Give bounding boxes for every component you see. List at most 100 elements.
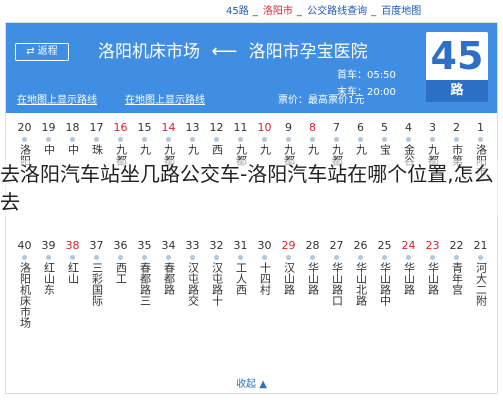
stop-name: 西工 <box>114 262 128 284</box>
stop-name: 十四村 <box>258 262 272 295</box>
stop-number: 19 <box>41 121 56 134</box>
breadcrumb-map[interactable]: 百度地图 <box>381 6 421 17</box>
stop-number: 29 <box>281 239 296 252</box>
stop-number: 22 <box>449 239 464 252</box>
stop-name: 西 <box>210 144 224 155</box>
stop-40[interactable]: 40 洛阳机床市场 <box>14 239 35 328</box>
stop-dot-icon <box>286 137 291 142</box>
stop-26[interactable]: 26 华山北路 <box>350 239 371 306</box>
first-bus: 首车：05:50 <box>337 70 396 81</box>
stops-row-bottom: 21 河大二附 22 青年宫 23 华山路 24 华山路 25 华山路中 26 华山北路 27 华山路口 2… <box>6 239 497 357</box>
breadcrumb-route[interactable]: 45路 <box>226 6 249 17</box>
stop-23[interactable]: 23 华山路 <box>422 239 443 295</box>
stop-number: 30 <box>257 239 272 252</box>
stop-name: 工人西 <box>234 262 248 295</box>
stop-6[interactable]: 6九 <box>350 121 371 155</box>
stop-33[interactable]: 33 汉屯路交 <box>182 239 203 306</box>
stop-5[interactable]: 5宝 <box>374 121 395 155</box>
stop-number: 28 <box>305 239 320 252</box>
stop-name: 九 <box>306 144 320 155</box>
return-button[interactable]: ⇄ 返程 <box>15 43 69 61</box>
stop-22[interactable]: 22 青年宫 <box>446 239 467 295</box>
stop-12[interactable]: 12 西 <box>206 121 227 155</box>
stop-number: 6 <box>357 121 364 134</box>
route-number: 45 <box>430 34 484 78</box>
stop-dot-icon <box>334 137 339 142</box>
stop-dot-icon <box>94 255 99 260</box>
stop-39[interactable]: 39 红山东 <box>38 239 59 295</box>
stop-dot-icon <box>46 255 51 260</box>
stop-number: 20 <box>17 121 32 134</box>
stop-dot-icon <box>382 255 387 260</box>
stop-number: 7 <box>333 121 340 134</box>
stop-number: 32 <box>209 239 224 252</box>
stop-dot-icon <box>214 137 219 142</box>
stop-name: 九 <box>354 144 368 155</box>
stop-number: 26 <box>353 239 368 252</box>
stop-13[interactable]: 13 九 <box>182 121 203 155</box>
collapse-button[interactable]: 收起 ▲ <box>6 375 497 390</box>
stop-number: 12 <box>209 121 224 134</box>
show-on-map-link[interactable]: 在地图上显示路线 <box>17 91 97 106</box>
stop-29[interactable]: 29 汉山路 <box>278 239 299 295</box>
stop-24[interactable]: 24 华山路 <box>398 239 419 295</box>
stop-number: 35 <box>137 239 152 252</box>
stop-number: 4 <box>405 121 412 134</box>
stop-dot-icon <box>286 255 291 260</box>
stop-10[interactable]: 10 九 <box>254 121 275 155</box>
stop-dot-icon <box>238 137 243 142</box>
stop-30[interactable]: 30 十四村 <box>254 239 275 295</box>
stop-8[interactable]: 8九 <box>302 121 323 155</box>
stop-number: 13 <box>185 121 200 134</box>
stop-name: 宝 <box>378 144 392 155</box>
stop-name: 九 <box>186 144 200 155</box>
stop-name: 中 <box>66 144 80 155</box>
stop-37[interactable]: 37 三彩国际 <box>86 239 107 306</box>
stop-15[interactable]: 15 九 <box>134 121 155 155</box>
stop-name: 青年宫 <box>450 262 464 295</box>
stop-number: 15 <box>137 121 152 134</box>
stop-number: 21 <box>473 239 488 252</box>
stop-34[interactable]: 34 春都路 <box>158 239 179 295</box>
breadcrumb-city[interactable]: 洛阳市 <box>263 6 293 17</box>
route-header: ⇄ 返程 洛阳机床市场 ⟵ 洛阳市孕宝医院 首车：05:50 末车：20:00 … <box>6 23 497 113</box>
stop-name: 华山北路 <box>354 262 368 306</box>
stop-number: 23 <box>425 239 440 252</box>
stop-number: 17 <box>89 121 104 134</box>
stop-dot-icon <box>118 255 123 260</box>
show-on-map-link-2[interactable]: 在地图上显示路线 <box>125 91 205 106</box>
stop-dot-icon <box>142 255 147 260</box>
stop-number: 40 <box>17 239 32 252</box>
stop-number: 27 <box>329 239 344 252</box>
stop-dot-icon <box>22 255 27 260</box>
stop-21[interactable]: 21 河大二附 <box>470 239 491 306</box>
breadcrumb-query[interactable]: 公交路线查询 <box>307 6 367 17</box>
stop-35[interactable]: 35 春都路三 <box>134 239 155 306</box>
stop-dot-icon <box>118 137 123 142</box>
stop-name: 华山路中 <box>378 262 392 306</box>
stop-18[interactable]: 18 中 <box>62 121 83 155</box>
stop-17[interactable]: 17 珠 <box>86 121 107 155</box>
stop-32[interactable]: 32 汉屯路十 <box>206 239 227 306</box>
stop-name: 春都路三 <box>138 262 152 306</box>
route-number-badge: 45 路 <box>426 32 488 102</box>
stop-name: 洛阳机床市场 <box>18 262 32 328</box>
stop-19[interactable]: 19 中 <box>38 121 59 155</box>
stop-number: 3 <box>429 121 436 134</box>
stop-dot-icon <box>142 137 147 142</box>
stop-dot-icon <box>94 137 99 142</box>
stop-36[interactable]: 36 西工 <box>110 239 131 284</box>
stop-number: 33 <box>185 239 200 252</box>
stop-name: 华山路 <box>306 262 320 295</box>
stop-dot-icon <box>310 137 315 142</box>
stop-name: 华山路口 <box>330 262 344 306</box>
stop-name: 三彩国际 <box>90 262 104 306</box>
stop-38[interactable]: 38 红山 <box>62 239 83 284</box>
stop-name: 春都路 <box>162 262 176 295</box>
stop-dot-icon <box>406 137 411 142</box>
stop-31[interactable]: 31 工人西 <box>230 239 251 295</box>
stop-25[interactable]: 25 华山路中 <box>374 239 395 306</box>
stop-dot-icon <box>22 137 27 142</box>
stop-28[interactable]: 28 华山路 <box>302 239 323 295</box>
stop-27[interactable]: 27 华山路口 <box>326 239 347 306</box>
